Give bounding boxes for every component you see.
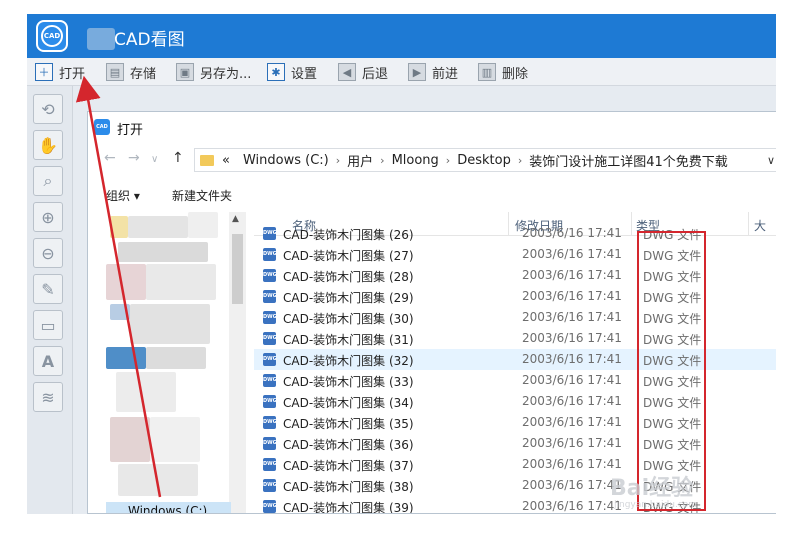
annotation-arrow xyxy=(75,75,162,498)
baidu-watermark-url: jingyan.baidu.com xyxy=(614,500,698,510)
